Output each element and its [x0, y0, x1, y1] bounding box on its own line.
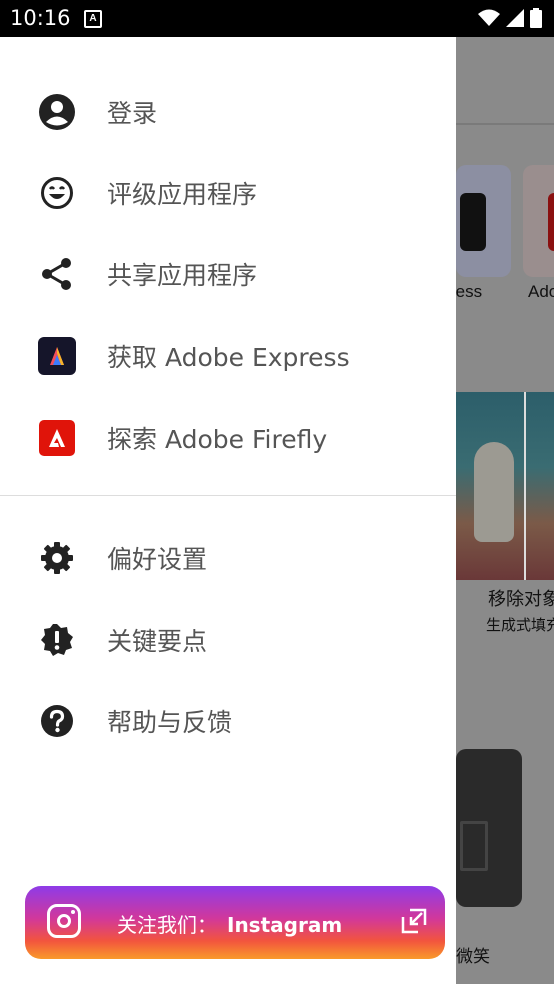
drawer-item-rate-app[interactable]: 评级应用程序	[0, 158, 456, 228]
adobe-express-icon	[38, 337, 76, 375]
drawer-item-label: 共享应用程序	[107, 261, 258, 290]
split-divider	[524, 392, 526, 580]
battery-icon	[530, 8, 542, 28]
feature-photo	[456, 392, 554, 580]
share-icon	[38, 255, 76, 293]
background-app-scrim[interactable]: ress Ado 移除对象 生成式填充 微笑	[456, 37, 554, 984]
tile-label: ress	[456, 282, 483, 301]
drawer-item-label: 探索 Adobe Firefly	[107, 425, 328, 454]
notification-icon: A	[84, 10, 102, 28]
express-tile	[456, 165, 511, 277]
account-circle-icon	[38, 93, 76, 131]
drawer-divider	[0, 495, 456, 496]
status-bar: 10:16 A	[0, 0, 554, 37]
gear-icon	[38, 539, 76, 577]
smiley-icon	[38, 174, 76, 212]
status-time: 10:16	[10, 6, 71, 30]
alert-badge-icon	[38, 621, 76, 659]
drawer-item-sign-in[interactable]: 登录	[0, 77, 456, 147]
preset-card	[456, 749, 522, 907]
drawer-item-label: 关键要点	[107, 627, 208, 656]
drawer-item-label: 获取 Adobe Express	[107, 343, 350, 372]
drawer-item-preferences[interactable]: 偏好设置	[0, 523, 456, 593]
adobe-tile	[523, 165, 554, 277]
drawer-item-explore-firefly[interactable]: 探索 Adobe Firefly	[0, 403, 456, 473]
status-icons	[478, 8, 542, 28]
header-divider	[456, 123, 554, 125]
instagram-follow-button[interactable]: 关注我们： Instagram	[25, 886, 445, 959]
help-circle-icon	[38, 702, 76, 740]
drawer-item-label: 登录	[107, 99, 158, 128]
instagram-name: Instagram	[227, 913, 343, 937]
card-label: 微笑	[456, 947, 490, 966]
drawer-item-label: 评级应用程序	[107, 180, 258, 209]
drawer-item-help-feedback[interactable]: 帮助与反馈	[0, 686, 456, 756]
navigation-drawer: 登录 评级应用程序 共享应用程序 获取 Adobe Express 探索 Ado…	[0, 37, 456, 984]
adobe-firefly-icon	[38, 419, 76, 457]
person-image	[474, 442, 514, 542]
adobe-express-icon	[460, 193, 486, 251]
follow-prefix: 关注我们：	[117, 913, 217, 937]
instagram-icon	[47, 904, 81, 938]
drawer-item-highlights[interactable]: 关键要点	[0, 605, 456, 675]
wifi-icon	[478, 9, 500, 26]
tile-label: Ado	[528, 282, 554, 301]
instagram-follow-label: 关注我们： Instagram	[117, 909, 342, 938]
drawer-item-label: 帮助与反馈	[107, 708, 233, 737]
drawer-item-label: 偏好设置	[107, 545, 208, 574]
adobe-icon	[548, 193, 554, 251]
image-placeholder-icon	[460, 821, 488, 871]
drawer-item-get-express[interactable]: 获取 Adobe Express	[0, 321, 456, 391]
open-external-icon	[401, 908, 427, 934]
feature-title: 移除对象	[488, 589, 554, 609]
feature-subtitle: 生成式填充	[486, 617, 554, 634]
drawer-item-share-app[interactable]: 共享应用程序	[0, 239, 456, 309]
signal-icon	[506, 9, 524, 27]
